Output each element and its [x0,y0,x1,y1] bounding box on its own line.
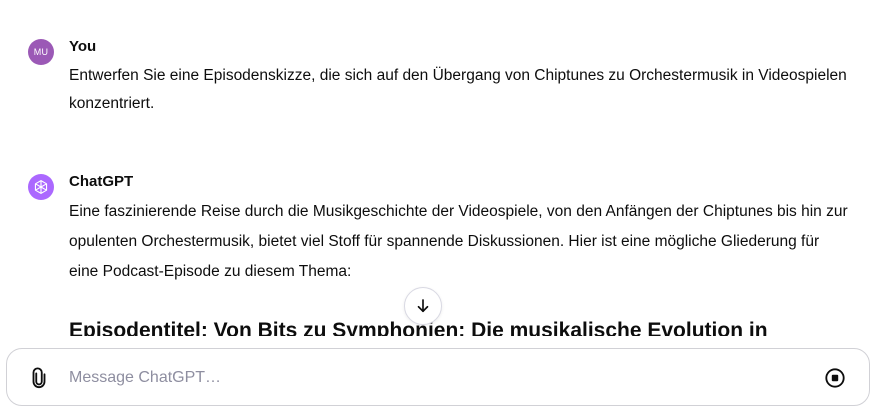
assistant-message-text: Eine faszinierende Reise durch die Musik… [69,203,848,280]
user-avatar-initials: MU [33,47,49,57]
stop-icon [825,368,845,388]
message-input[interactable] [69,366,769,390]
assistant-author-name: ChatGPT [69,173,134,190]
user-author-name: You [69,38,97,55]
stop-generating-button[interactable] [823,366,847,390]
user-avatar: MU [28,39,54,65]
openai-logo-icon [28,174,54,200]
attach-button[interactable] [27,366,51,390]
user-message-text: Entwerfen Sie eine Episodenskizze, die s… [69,67,847,112]
arrow-down-icon [417,299,429,313]
message-composer [6,348,870,406]
scroll-to-bottom-button[interactable] [404,287,442,325]
paperclip-icon [32,367,46,388]
